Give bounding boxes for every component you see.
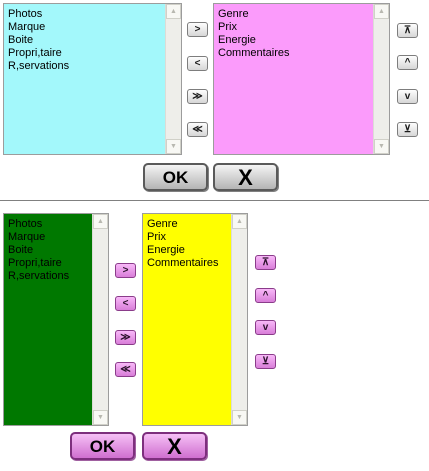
top-panel: Photos Marque Boite Propri,taire R,servation…: [0, 0, 429, 198]
move-all-right-button[interactable]: ≫: [187, 89, 208, 104]
target-scrollbar[interactable]: ▲ ▼: [373, 4, 389, 154]
list-item[interactable]: Commentaires: [218, 47, 389, 60]
scroll-up-icon[interactable]: ▲: [93, 214, 108, 229]
move-bottom-button[interactable]: ⊻: [397, 122, 418, 137]
move-top-button[interactable]: ⊼: [397, 23, 418, 38]
move-left-button[interactable]: <: [187, 56, 208, 71]
list-item[interactable]: Propri,taire: [8, 47, 181, 60]
scroll-down-icon[interactable]: ▼: [232, 410, 247, 425]
scroll-down-icon[interactable]: ▼: [93, 410, 108, 425]
scroll-up-icon[interactable]: ▲: [374, 4, 389, 19]
scroll-down-icon[interactable]: ▼: [166, 139, 181, 154]
move-right-button[interactable]: >: [187, 22, 208, 37]
list-item[interactable]: Boite: [8, 34, 181, 47]
move-down-button[interactable]: v: [255, 320, 276, 335]
move-down-button[interactable]: v: [397, 89, 418, 104]
target-listbox[interactable]: Genre Prix Energie Commentaires ▲ ▼: [142, 213, 248, 426]
source-scrollbar[interactable]: ▲ ▼: [92, 214, 108, 425]
move-all-left-button[interactable]: ≪: [187, 122, 208, 137]
scroll-down-icon[interactable]: ▼: [374, 139, 389, 154]
target-scrollbar[interactable]: ▲ ▼: [231, 214, 247, 425]
move-up-button[interactable]: ^: [255, 288, 276, 303]
move-right-button[interactable]: >: [115, 263, 136, 278]
list-item[interactable]: Photos: [8, 8, 181, 21]
cancel-button[interactable]: X: [213, 163, 278, 191]
move-left-button[interactable]: <: [115, 296, 136, 311]
move-top-button[interactable]: ⊼: [255, 255, 276, 270]
bottom-panel: Photos Marque Boite Propri,taire R,servation…: [0, 203, 429, 471]
source-listbox[interactable]: Photos Marque Boite Propri,taire R,servation…: [3, 213, 109, 426]
move-all-left-button[interactable]: ≪: [115, 362, 136, 377]
list-item[interactable]: Prix: [218, 21, 389, 34]
ok-button[interactable]: OK: [70, 432, 135, 460]
target-listbox[interactable]: Genre Prix Energie Commentaires ▲ ▼: [213, 3, 390, 155]
list-item[interactable]: R,servations: [8, 60, 181, 73]
scroll-up-icon[interactable]: ▲: [232, 214, 247, 229]
section-divider: [0, 200, 429, 201]
source-list: Photos Marque Boite Propri,taire R,servation…: [4, 4, 181, 73]
list-item[interactable]: Genre: [218, 8, 389, 21]
source-scrollbar[interactable]: ▲ ▼: [165, 4, 181, 154]
target-list: Genre Prix Energie Commentaires: [214, 4, 389, 60]
scroll-up-icon[interactable]: ▲: [166, 4, 181, 19]
list-item[interactable]: Marque: [8, 21, 181, 34]
ok-button[interactable]: OK: [143, 163, 208, 191]
source-listbox[interactable]: Photos Marque Boite Propri,taire R,servation…: [3, 3, 182, 155]
move-up-button[interactable]: ^: [397, 55, 418, 70]
move-bottom-button[interactable]: ⊻: [255, 354, 276, 369]
cancel-button[interactable]: X: [142, 432, 207, 460]
move-all-right-button[interactable]: ≫: [115, 330, 136, 345]
list-item[interactable]: Energie: [218, 34, 389, 47]
